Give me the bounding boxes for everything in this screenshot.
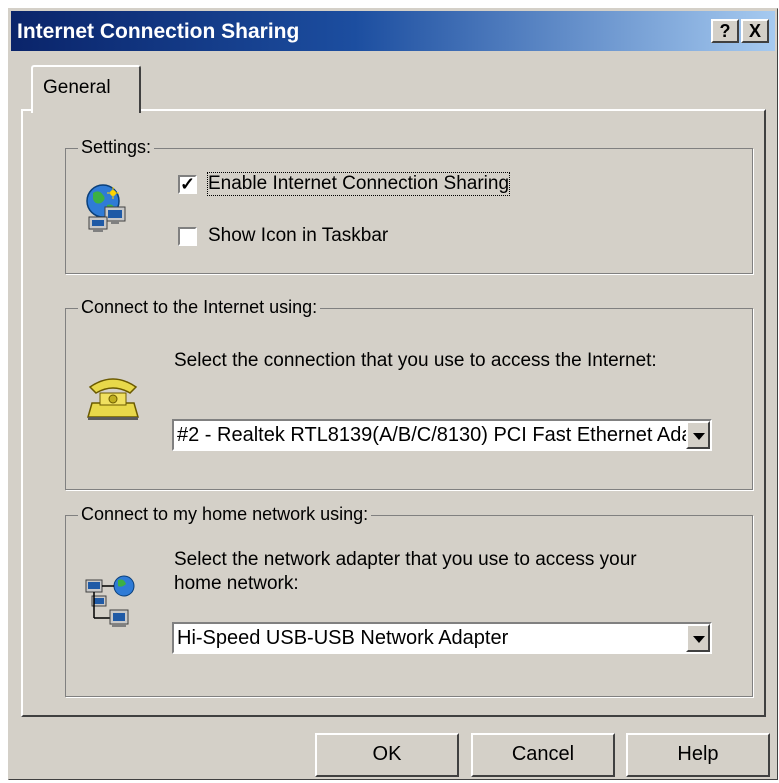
tab-general-label: General	[43, 77, 111, 98]
cancel-button[interactable]: Cancel	[471, 733, 615, 777]
enable-sharing-checkbox[interactable]: ✓	[178, 175, 197, 194]
settings-group-label: Settings:	[78, 137, 155, 158]
home-instruction-line2: home network:	[174, 573, 299, 594]
internet-connection-select[interactable]: #2 - Realtek RTL8139(A/B/C/8130) PCI Fas…	[172, 419, 712, 451]
window-title: Internet Connection Sharing	[17, 20, 300, 43]
enable-sharing-label[interactable]: Enable Internet Connection Sharing	[206, 172, 511, 196]
chevron-down-icon[interactable]	[686, 421, 710, 449]
home-adapter-select[interactable]: Hi-Speed USB-USB Network Adapter	[172, 622, 712, 654]
network-computers-icon	[84, 574, 140, 635]
settings-group: Settings: ✓ Enable Internet Connection S…	[65, 137, 753, 274]
show-icon-checkbox[interactable]	[178, 227, 197, 246]
close-button[interactable]: X	[741, 19, 769, 43]
tab-panel: Settings: ✓ Enable Internet Connection S…	[21, 109, 766, 717]
ok-button[interactable]: OK	[315, 733, 459, 777]
home-adapter-value: Hi-Speed USB-USB Network Adapter	[177, 627, 509, 649]
network-globe-icon	[85, 183, 133, 240]
internet-instruction: Select the connection that you use to ac…	[174, 350, 657, 371]
dialog-window: Internet Connection Sharing ? X General …	[8, 8, 778, 780]
internet-group-label: Connect to the Internet using:	[78, 297, 321, 318]
home-network-group: Connect to my home network using: Select…	[65, 504, 753, 697]
chevron-down-icon[interactable]	[686, 624, 710, 652]
help-button[interactable]: Help	[626, 733, 770, 777]
internet-connection-value: #2 - Realtek RTL8139(A/B/C/8130) PCI Fas…	[177, 424, 712, 446]
help-title-button[interactable]: ?	[711, 19, 739, 43]
title-bar[interactable]: Internet Connection Sharing ? X	[11, 11, 775, 51]
internet-group: Connect to the Internet using: Select th…	[65, 297, 753, 490]
show-icon-label[interactable]: Show Icon in Taskbar	[208, 225, 388, 247]
telephone-icon	[86, 373, 140, 428]
home-network-group-label: Connect to my home network using:	[78, 504, 372, 525]
home-instruction-line1: Select the network adapter that you use …	[174, 549, 637, 570]
tab-general[interactable]: General	[31, 65, 141, 113]
